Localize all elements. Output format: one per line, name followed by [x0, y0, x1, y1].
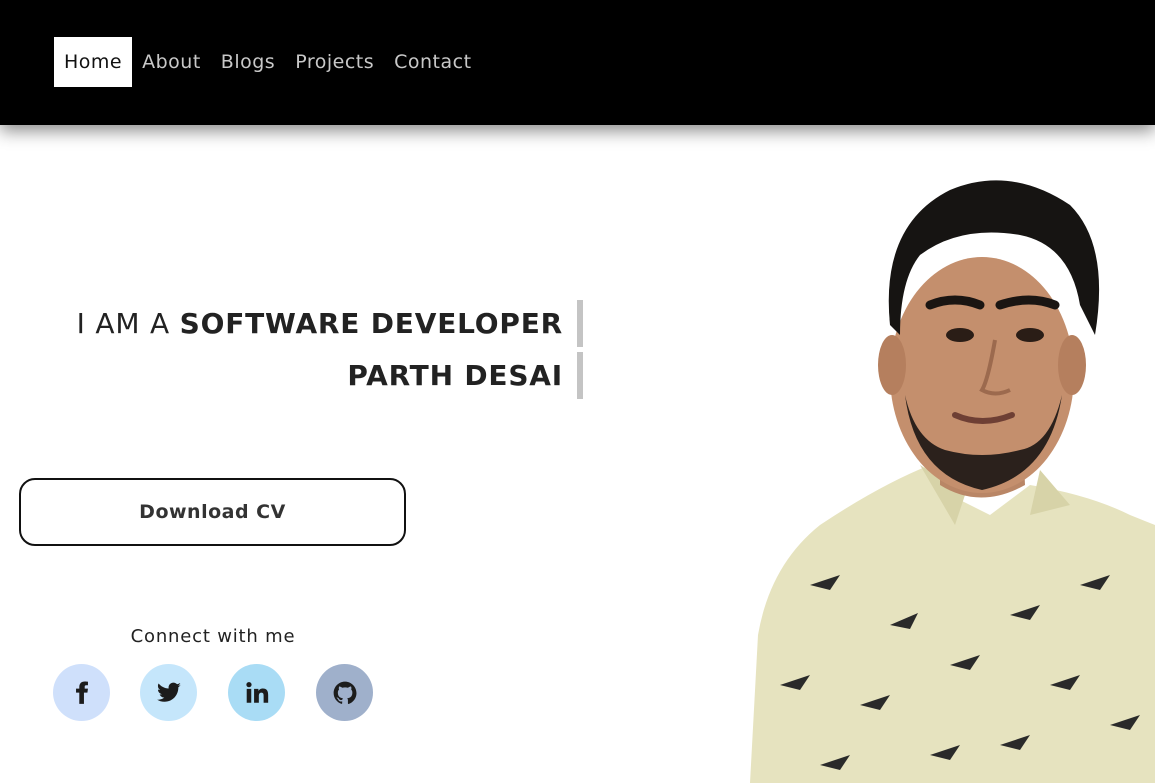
linkedin-link[interactable]: [228, 664, 285, 721]
facebook-link[interactable]: [53, 664, 110, 721]
github-link[interactable]: [316, 664, 373, 721]
facebook-icon: [75, 681, 88, 704]
headline-prefix: I AM A: [76, 307, 180, 340]
nav-contact-link[interactable]: Contact: [384, 37, 481, 87]
eye-shape: [946, 328, 974, 342]
headline-name: PARTH DESAI: [347, 359, 563, 392]
headline-role: SOFTWARE DEVELOPER: [179, 307, 563, 340]
connect-label: Connect with me: [130, 626, 296, 647]
eye-shape: [1016, 328, 1044, 342]
nav-about-link[interactable]: About: [132, 37, 211, 87]
ear-shape: [1058, 335, 1086, 395]
headline-role-text: I AM A SOFTWARE DEVELOPER: [77, 307, 577, 340]
profile-photo: [750, 180, 1155, 783]
download-cv-button[interactable]: Download CV: [19, 478, 406, 546]
twitter-link[interactable]: [140, 664, 197, 721]
nav-home-link[interactable]: Home: [54, 37, 133, 87]
twitter-icon: [156, 682, 181, 702]
eyebrow-shape: [995, 295, 1060, 310]
ear-shape: [878, 335, 906, 395]
hero-headline: I AM A SOFTWARE DEVELOPER PARTH DESAI: [77, 300, 583, 404]
nav-blogs-link[interactable]: Blogs: [211, 37, 285, 87]
github-icon: [333, 681, 356, 704]
eyebrow-shape: [925, 295, 985, 310]
headline-name-text: PARTH DESAI: [347, 359, 577, 392]
nav-projects-link[interactable]: Projects: [285, 37, 384, 87]
headline-line-role: I AM A SOFTWARE DEVELOPER: [77, 300, 583, 347]
navbar: Home About Blogs Projects Contact: [0, 0, 1155, 125]
typing-cursor-bar: [577, 300, 583, 347]
headline-line-name: PARTH DESAI: [77, 352, 583, 399]
nav-list: Home About Blogs Projects Contact: [54, 37, 482, 87]
typing-cursor-bar: [577, 352, 583, 399]
linkedin-icon: [245, 681, 268, 703]
